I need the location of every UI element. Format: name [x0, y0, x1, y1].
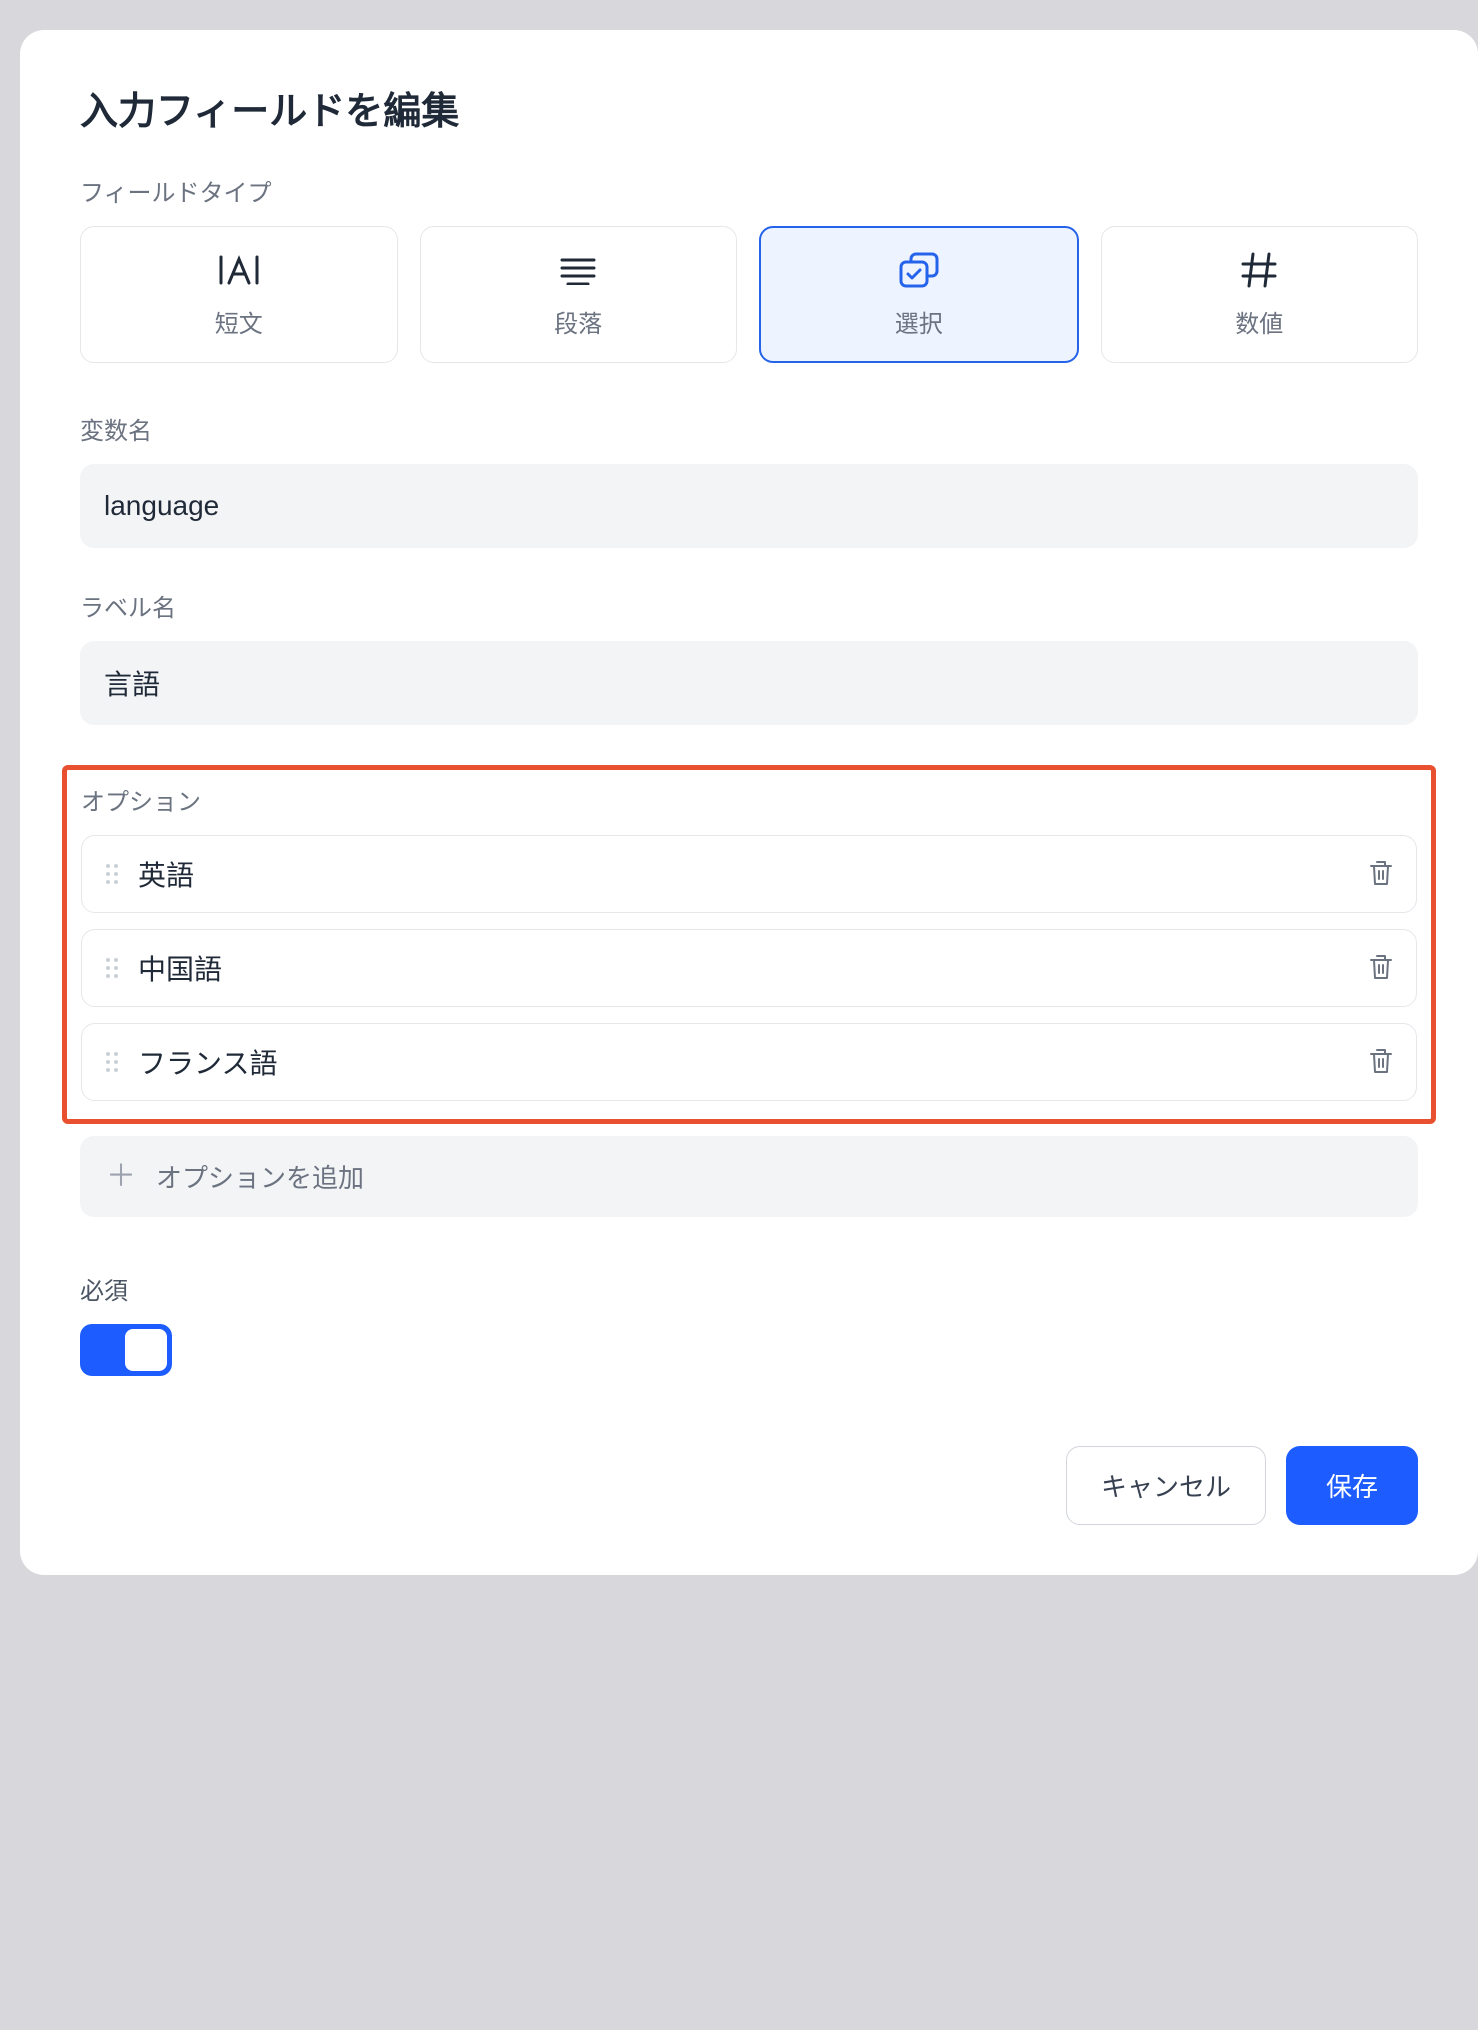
cancel-button[interactable]: キャンセル: [1066, 1446, 1266, 1525]
field-type-label: 選択: [895, 304, 943, 339]
variable-name-input[interactable]: [80, 464, 1418, 548]
number-icon: [1239, 252, 1279, 288]
field-type-group: 短文 段落 選択 数値: [80, 226, 1418, 363]
option-text: 中国語: [138, 948, 1350, 988]
paragraph-icon: [558, 252, 598, 288]
trash-icon: [1368, 953, 1394, 984]
field-type-short-text[interactable]: 短文: [80, 226, 398, 363]
field-type-select[interactable]: 選択: [759, 226, 1079, 363]
option-row[interactable]: フランス語: [81, 1023, 1417, 1101]
add-option-button[interactable]: ＋ オプションを追加: [80, 1136, 1418, 1217]
options-label: オプション: [81, 782, 1417, 817]
modal-footer: キャンセル 保存: [80, 1446, 1418, 1525]
required-label: 必須: [80, 1271, 1418, 1306]
plus-icon: ＋: [106, 1162, 136, 1192]
variable-name-label: 変数名: [80, 411, 1418, 446]
trash-icon: [1368, 1047, 1394, 1078]
delete-option-button[interactable]: [1368, 953, 1394, 984]
field-type-label: フィールドタイプ: [80, 173, 1418, 208]
trash-icon: [1368, 859, 1394, 890]
add-option-label: オプションを追加: [156, 1158, 364, 1195]
drag-handle-icon[interactable]: [104, 956, 120, 980]
option-text: 英語: [138, 854, 1350, 894]
select-icon: [897, 252, 941, 288]
option-row[interactable]: 中国語: [81, 929, 1417, 1007]
options-highlight-box: オプション 英語 中国語: [62, 765, 1436, 1124]
field-type-label: 数値: [1235, 304, 1283, 339]
options-list: 英語 中国語: [81, 835, 1417, 1101]
label-name-input[interactable]: [80, 641, 1418, 725]
field-type-label: 短文: [215, 304, 263, 339]
drag-handle-icon[interactable]: [104, 1050, 120, 1074]
option-text: フランス語: [138, 1042, 1350, 1082]
label-name-label: ラベル名: [80, 588, 1418, 623]
delete-option-button[interactable]: [1368, 859, 1394, 890]
short-text-icon: [217, 252, 261, 288]
option-row[interactable]: 英語: [81, 835, 1417, 913]
field-type-paragraph[interactable]: 段落: [420, 226, 738, 363]
required-toggle[interactable]: [80, 1324, 172, 1376]
delete-option-button[interactable]: [1368, 1047, 1394, 1078]
drag-handle-icon[interactable]: [104, 862, 120, 886]
toggle-knob: [125, 1329, 167, 1371]
edit-field-modal: 入力フィールドを編集 フィールドタイプ 短文 段落 選択 数値: [20, 30, 1478, 1575]
save-button[interactable]: 保存: [1286, 1446, 1418, 1525]
modal-title: 入力フィールドを編集: [80, 80, 1418, 135]
field-type-number[interactable]: 数値: [1101, 226, 1419, 363]
field-type-label: 段落: [554, 304, 602, 339]
